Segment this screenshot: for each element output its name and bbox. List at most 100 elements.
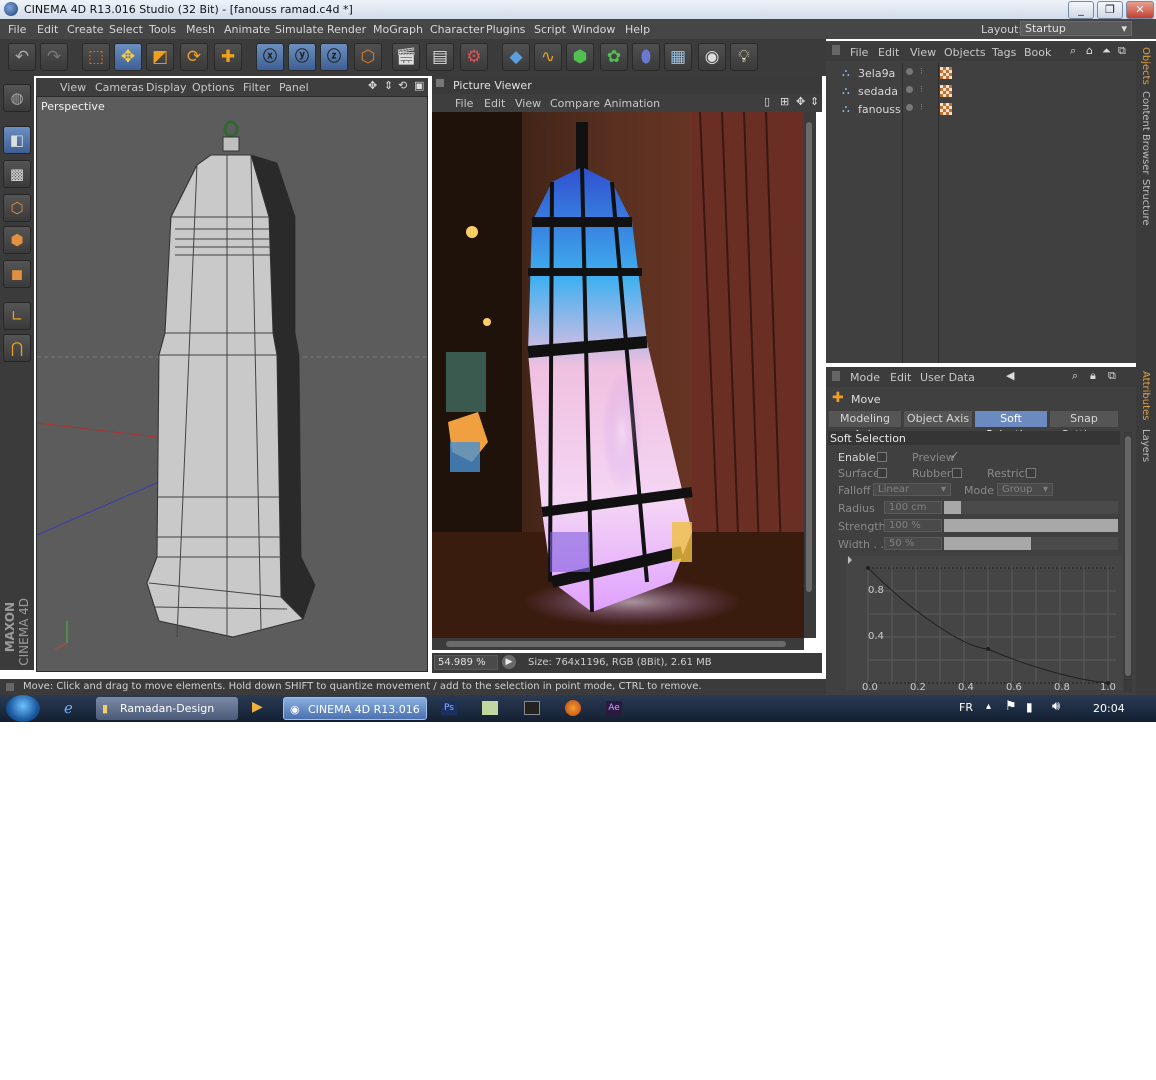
- render-picture-viewer-icon[interactable]: ▤: [426, 43, 454, 71]
- terminal-icon[interactable]: [524, 701, 540, 715]
- show-hidden-icons-icon[interactable]: ▴: [986, 701, 991, 712]
- perspective-viewport[interactable]: Perspective: [36, 96, 428, 672]
- tab-object-axis[interactable]: Object Axis: [904, 411, 972, 427]
- close-button[interactable]: ✕: [1126, 1, 1154, 19]
- object-row[interactable]: ⛬ fanouss ⁝: [832, 101, 1132, 118]
- pv-menu-animation[interactable]: Animation: [604, 97, 660, 110]
- camera-icon[interactable]: ◉: [698, 43, 726, 71]
- tab-content-browser[interactable]: Content Browser: [1140, 91, 1151, 174]
- search-icon[interactable]: ⌕: [1070, 44, 1076, 58]
- tab-structure[interactable]: Structure: [1140, 179, 1151, 226]
- scale-tool-icon[interactable]: ◩: [146, 43, 174, 71]
- menu-file[interactable]: File: [8, 23, 26, 36]
- strength-slider[interactable]: [944, 519, 1118, 532]
- width-slider[interactable]: [944, 537, 1118, 550]
- obj-menu-objects[interactable]: Objects: [944, 46, 986, 59]
- redo-icon[interactable]: ↷: [40, 43, 68, 71]
- clock[interactable]: 20:04: [1093, 702, 1125, 715]
- array-icon[interactable]: ✿: [600, 43, 628, 71]
- viewport-menu-panel[interactable]: Panel: [279, 81, 309, 94]
- obj-menu-book[interactable]: Book: [1024, 46, 1051, 59]
- viewport-menu-cameras[interactable]: Cameras: [95, 81, 144, 94]
- axis-mode-icon[interactable]: ∟: [3, 302, 31, 330]
- menu-create[interactable]: Create: [67, 23, 104, 36]
- menu-simulate[interactable]: Simulate: [275, 23, 324, 36]
- texture-mode-icon[interactable]: ▩: [3, 160, 31, 188]
- photoshop-icon[interactable]: Ps: [441, 701, 457, 715]
- model-mode-icon[interactable]: ◧: [3, 126, 31, 154]
- move-tool-icon[interactable]: ✥: [114, 43, 142, 71]
- taskbar-item-cinema4d[interactable]: ◉ CINEMA 4D R13.016 ...: [283, 697, 427, 739]
- snap-magnet-icon[interactable]: ⋂: [3, 334, 31, 362]
- menu-mesh[interactable]: Mesh: [186, 23, 215, 36]
- picture-viewer-vertical-scrollbar[interactable]: [804, 112, 816, 638]
- pv-menu-compare[interactable]: Compare: [550, 97, 600, 110]
- maximize-view-icon[interactable]: ▣: [414, 79, 424, 92]
- x-axis-icon[interactable]: ⓧ: [256, 43, 284, 71]
- pv-menu-file[interactable]: File: [455, 97, 473, 110]
- coordinate-system-icon[interactable]: ⬡: [354, 43, 382, 71]
- nurbs-icon[interactable]: ⬢: [566, 43, 594, 71]
- media-player-icon[interactable]: ▶: [252, 699, 263, 715]
- orbit-icon[interactable]: ⟲: [398, 79, 407, 92]
- preview-checkbox[interactable]: ✓: [950, 449, 959, 462]
- menu-animate[interactable]: Animate: [224, 23, 270, 36]
- restrict-checkbox[interactable]: [1026, 468, 1036, 478]
- viewport-menu-filter[interactable]: Filter: [243, 81, 270, 94]
- surface-checkbox[interactable]: [877, 468, 887, 478]
- render-toggle-icon[interactable]: ⁝: [920, 67, 923, 77]
- volume-icon[interactable]: 🔊︎: [1052, 699, 1060, 714]
- spline-icon[interactable]: ∿: [534, 43, 562, 71]
- y-axis-icon[interactable]: ⓨ: [288, 43, 316, 71]
- obj-menu-edit[interactable]: Edit: [878, 46, 899, 59]
- lock-icon[interactable]: 🔒︎: [1090, 369, 1096, 383]
- menu-script[interactable]: Script: [534, 23, 566, 36]
- menu-plugins[interactable]: Plugins: [486, 23, 525, 36]
- radius-slider[interactable]: [944, 501, 1118, 514]
- zoom-icon[interactable]: ⇕: [384, 79, 393, 92]
- menu-help[interactable]: Help: [625, 23, 650, 36]
- firefox-icon[interactable]: [565, 700, 581, 716]
- falloff-select[interactable]: Linear ▾: [873, 483, 951, 496]
- floor-icon[interactable]: ▦: [664, 43, 692, 71]
- object-row[interactable]: ⛬ sedada ⁝: [832, 83, 1132, 100]
- polygons-mode-icon[interactable]: ◼: [3, 260, 31, 288]
- search-icon[interactable]: ⌕: [1072, 369, 1078, 383]
- obj-menu-view[interactable]: View: [910, 46, 936, 59]
- width-field[interactable]: 50 %: [884, 537, 942, 550]
- up-icon[interactable]: ⏶: [1102, 44, 1111, 58]
- viewport-menu-view[interactable]: View: [60, 81, 86, 94]
- mode-select[interactable]: Group ▾: [997, 483, 1053, 496]
- render-toggle-icon[interactable]: ⁝: [920, 85, 923, 95]
- live-selection-icon[interactable]: ⬚: [82, 43, 110, 71]
- rubber-checkbox[interactable]: [952, 468, 962, 478]
- deformer-icon[interactable]: ⬮: [632, 43, 660, 71]
- layout-select[interactable]: Startup ▾: [1020, 21, 1132, 36]
- start-button[interactable]: [6, 695, 40, 722]
- tab-attributes[interactable]: Attributes: [1140, 371, 1151, 420]
- rotate-tool-icon[interactable]: ⟳: [180, 43, 208, 71]
- tab-layers[interactable]: Layers: [1140, 429, 1151, 462]
- back-arrow-icon[interactable]: ◀: [1006, 369, 1014, 382]
- tab-objects[interactable]: Objects: [1140, 47, 1151, 85]
- play-icon[interactable]: ▶: [502, 655, 516, 669]
- attribute-scrollbar[interactable]: [1124, 432, 1132, 692]
- radius-field[interactable]: 100 cm: [884, 501, 942, 514]
- scroll-thumb[interactable]: [806, 122, 812, 592]
- scroll-thumb[interactable]: [1125, 436, 1131, 676]
- attr-menu-mode[interactable]: Mode: [850, 371, 880, 384]
- pv-menu-edit[interactable]: Edit: [484, 97, 505, 110]
- strength-field[interactable]: 100 %: [884, 519, 942, 532]
- material-tag-icon[interactable]: [940, 67, 952, 79]
- cube-icon[interactable]: ◆: [502, 43, 530, 71]
- zoom-field[interactable]: 54.989 %: [434, 655, 498, 670]
- add-icon[interactable]: ✚: [214, 43, 242, 71]
- attr-menu-edit[interactable]: Edit: [890, 371, 911, 384]
- visibility-dot-icon[interactable]: [906, 104, 913, 111]
- tab-soft-selection[interactable]: Soft Selection: [975, 411, 1047, 441]
- network-icon[interactable]: ▮: [1026, 700, 1033, 714]
- maximize-button[interactable]: ❐: [1097, 1, 1123, 19]
- menu-character[interactable]: Character: [430, 23, 484, 36]
- taskbar-item-folder[interactable]: ▮ Ramadan-Design: [96, 697, 238, 720]
- enable-checkbox[interactable]: [877, 452, 887, 462]
